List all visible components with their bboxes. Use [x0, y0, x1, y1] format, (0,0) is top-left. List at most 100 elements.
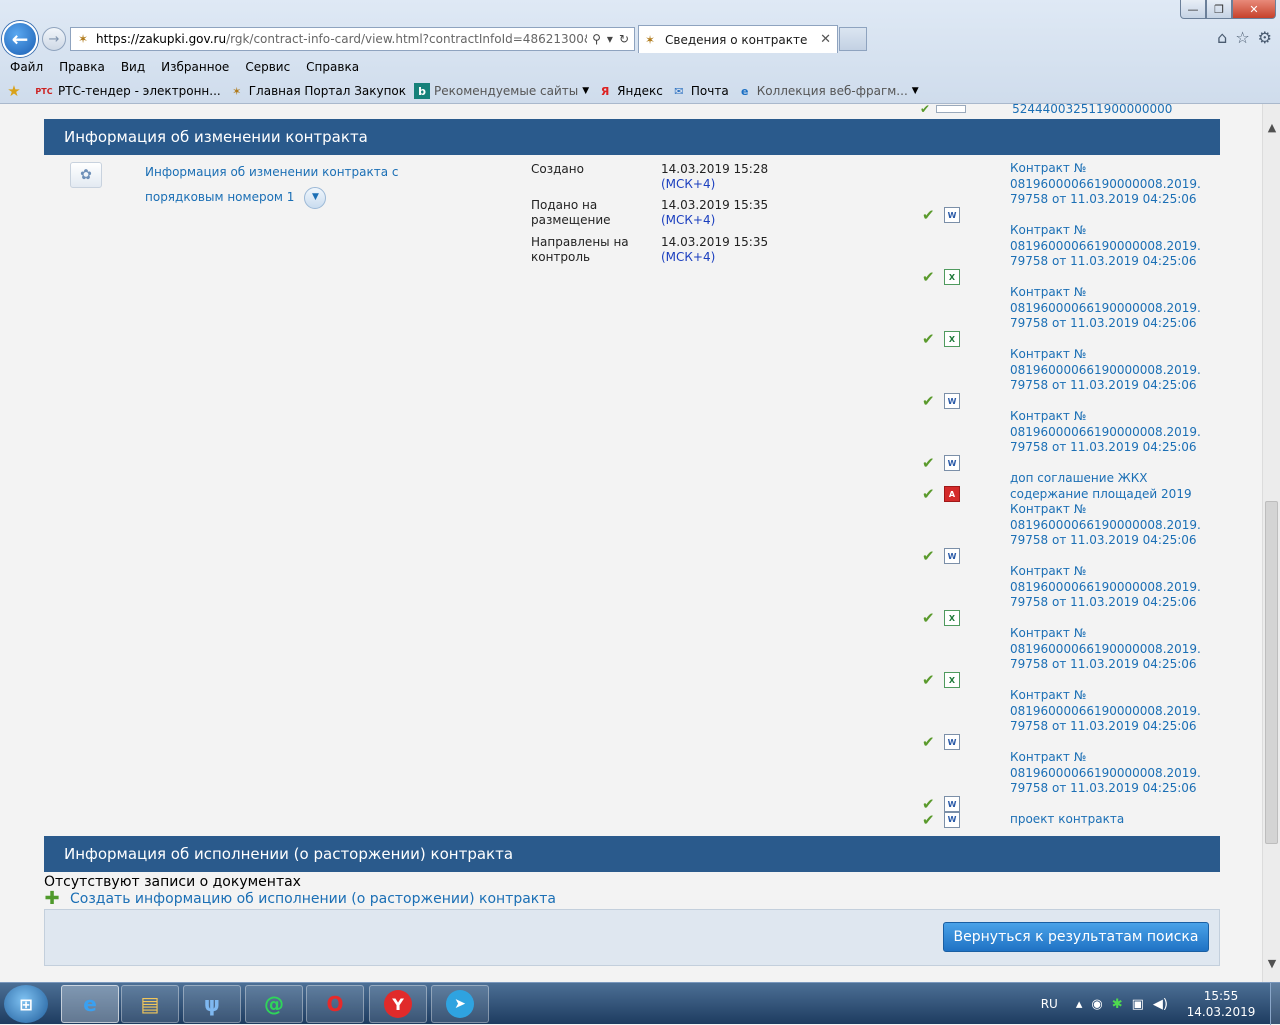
document-link[interactable]: Контракт № 08196000066190000008.2019. 79… [1010, 409, 1220, 456]
back-to-search-button[interactable]: Вернуться к результатам поиска [943, 922, 1209, 952]
clock[interactable]: 15:55 14.03.2019 [1182, 988, 1260, 1020]
meta-value: 14.03.2019 15:28 (МСК+4) [661, 162, 811, 192]
taskbar-mail-agent[interactable]: @ [245, 985, 303, 1023]
document-item[interactable]: ✔ Aдоп соглашение ЖКХ содержание площадей… [920, 471, 1220, 502]
tray-app-icon[interactable]: ✱ [1112, 997, 1123, 1012]
create-execution-link[interactable]: ✚ Создать информацию об исполнении (о ра… [44, 888, 556, 909]
at-icon: @ [264, 992, 284, 1016]
scroll-up-icon[interactable]: ▲ [1263, 118, 1280, 136]
scrollbar-thumb[interactable] [1265, 501, 1278, 844]
menu-edit[interactable]: Правка [51, 60, 113, 74]
volume-icon[interactable]: ◀) [1153, 997, 1168, 1012]
fav-recommended-sites[interactable]: b Рекомендуемые сайты ▼ [414, 83, 589, 99]
new-tab-button[interactable] [839, 27, 867, 51]
checkmark-icon: ✔ [922, 206, 935, 224]
meta-value: 14.03.2019 15:35 (МСК+4) [661, 235, 811, 265]
favorites-star[interactable]: ★ [6, 82, 26, 100]
fav-yandex[interactable]: Я Яндекс [597, 83, 663, 99]
search-icon[interactable]: ⚲ [592, 32, 601, 46]
forward-button[interactable]: → [42, 27, 66, 51]
start-button[interactable]: ⊞ [4, 985, 48, 1023]
taskbar-ie[interactable]: e [61, 985, 119, 1023]
address-bar[interactable]: ✶ https://zakupki.gov.ru/rgk/contract-in… [70, 27, 635, 51]
fav-rts-tender[interactable]: РТС РТС-тендер - электронн... [34, 83, 220, 99]
menu-view[interactable]: Вид [113, 60, 153, 74]
document-link[interactable]: Контракт № 08196000066190000008.2019. 79… [1010, 347, 1220, 394]
document-link[interactable]: доп соглашение ЖКХ содержание площадей 2… [1010, 471, 1220, 502]
document-item[interactable]: ✔ W Контракт № 08196000066190000008.2019. … [920, 347, 1220, 409]
change-entry-link[interactable]: Информация об изменении контракта с поря… [145, 160, 475, 210]
taskbar-explorer[interactable]: ▤ [121, 985, 179, 1023]
menu-tools[interactable]: Сервис [237, 60, 298, 74]
checkmark-icon: ✔ [922, 268, 935, 286]
no-records-text: Отсутствуют записи о документах [44, 874, 301, 890]
clock-time: 15:55 [1203, 989, 1239, 1003]
document-link[interactable]: Контракт № 08196000066190000008.2019. 79… [1010, 626, 1220, 673]
document-link[interactable]: Контракт № 08196000066190000008.2019. 79… [1010, 564, 1220, 611]
document-item[interactable]: ✔ X Контракт № 08196000066190000008.2019. … [920, 285, 1220, 347]
plus-icon: ✚ [44, 888, 60, 909]
document-link[interactable]: Контракт № 08196000066190000008.2019. 79… [1010, 502, 1220, 549]
document-item[interactable]: ✔ X Контракт № 08196000066190000008.2019. … [920, 626, 1220, 688]
scroll-down-icon[interactable]: ▼ [1263, 954, 1280, 972]
checkmark-icon: ✔ [922, 454, 935, 472]
fav-zakupki-portal[interactable]: ✶ Главная Портал Закупок [229, 83, 406, 99]
document-link[interactable]: Контракт № 08196000066190000008.2019. 79… [1010, 223, 1220, 270]
document-link[interactable]: Контракт № 08196000066190000008.2019. 79… [1010, 161, 1220, 208]
language-indicator[interactable]: RU [1041, 997, 1058, 1011]
document-item[interactable]: ✔ W Контракт № 08196000066190000008.2019. … [920, 161, 1220, 223]
back-button[interactable]: ← [2, 21, 38, 57]
menu-help[interactable]: Справка [298, 60, 367, 74]
yandex-browser-icon: Y [384, 990, 412, 1018]
partial-document-link[interactable]: 524440032511900000000 [1012, 104, 1172, 116]
expand-button[interactable]: ▼ [304, 186, 327, 209]
change-section-title: Информация об изменении контракта [64, 128, 368, 146]
word-file-icon: W [944, 455, 960, 471]
menu-file[interactable]: Файл [10, 60, 51, 74]
site-emblem-icon: ✶ [645, 32, 656, 47]
document-item[interactable]: ✔ W Контракт № 08196000066190000008.2019. … [920, 750, 1220, 812]
taskbar-yandex-browser[interactable]: Y [369, 985, 427, 1023]
fav-label: Почта [690, 84, 729, 98]
minimize-button[interactable]: — [1180, 0, 1206, 19]
address-url[interactable]: https://zakupki.gov.ru/rgk/contract-info… [96, 32, 587, 46]
pdf-file-icon: A [944, 486, 960, 502]
psi-icon: ψ [204, 992, 220, 1016]
show-desktop-button[interactable] [1270, 983, 1280, 1025]
checkmark-icon: ✔ [922, 485, 935, 503]
taskbar-app-3[interactable]: ψ [183, 985, 241, 1023]
close-tab-icon[interactable]: ✕ [820, 32, 831, 47]
fav-web-slices[interactable]: e Коллекция веб-фрагм... ▼ [737, 83, 919, 99]
network-icon[interactable]: ▣ [1132, 997, 1144, 1012]
tray-expand-icon[interactable]: ▴ [1076, 997, 1083, 1012]
menu-favorites[interactable]: Избранное [153, 60, 237, 74]
chevron-down-icon[interactable]: ▾ [607, 32, 613, 46]
network-app-icon[interactable]: ◉ [1091, 997, 1102, 1012]
document-link[interactable]: Контракт № 08196000066190000008.2019. 79… [1010, 688, 1220, 735]
fav-mail[interactable]: ✉ Почта [671, 83, 729, 99]
document-item[interactable]: ✔ Wпроект контракта [920, 811, 1220, 828]
star-icon[interactable]: ☆ [1235, 28, 1249, 47]
award-icon: ✿ [70, 162, 102, 188]
taskbar-opera[interactable]: O [306, 985, 364, 1023]
create-execution-link-text: Создать информацию об исполнении (о раст… [70, 891, 556, 907]
gear-icon[interactable]: ⚙ [1258, 28, 1272, 47]
word-file-icon: W [944, 207, 960, 223]
maximize-button[interactable]: ❐ [1206, 0, 1232, 19]
home-icon[interactable]: ⌂ [1217, 28, 1227, 47]
refresh-icon[interactable]: ↻ [619, 32, 629, 46]
taskbar-telegram[interactable]: ➤ [431, 985, 489, 1023]
document-item[interactable]: ✔ X Контракт № 08196000066190000008.2019. … [920, 223, 1220, 285]
document-link[interactable]: проект контракта [1010, 812, 1220, 828]
close-window-button[interactable]: ✕ [1232, 0, 1276, 19]
tab-contract-info[interactable]: ✶ Сведения о контракте ✕ [638, 25, 838, 53]
document-item[interactable]: ✔ X Контракт № 08196000066190000008.2019. … [920, 564, 1220, 626]
document-link[interactable]: Контракт № 08196000066190000008.2019. 79… [1010, 750, 1220, 797]
document-item[interactable]: ✔ W Контракт № 08196000066190000008.2019. … [920, 502, 1220, 564]
document-item[interactable]: ✔ W Контракт № 08196000066190000008.2019. … [920, 688, 1220, 750]
document-link[interactable]: Контракт № 08196000066190000008.2019. 79… [1010, 285, 1220, 332]
excel-file-icon: X [944, 672, 960, 688]
document-item[interactable]: ✔ W Контракт № 08196000066190000008.2019. … [920, 409, 1220, 471]
tray-icons: ▴ ◉ ✱ ▣ ◀) [1076, 997, 1168, 1012]
vertical-scrollbar[interactable]: ▲ ▼ [1262, 104, 1280, 982]
